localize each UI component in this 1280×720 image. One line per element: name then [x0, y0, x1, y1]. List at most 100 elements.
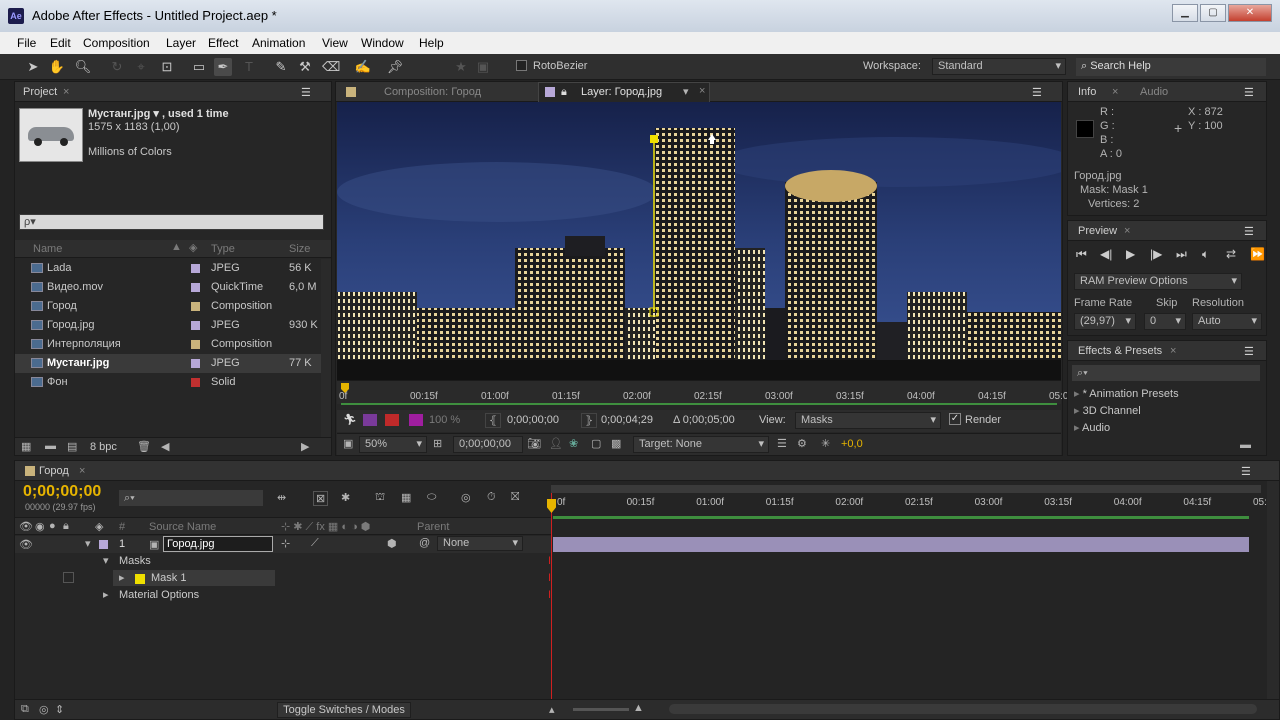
zoom-tool-icon[interactable]: 🔍︎: [74, 58, 92, 76]
panel-menu-icon[interactable]: ☰: [1032, 86, 1042, 99]
brush-tool-icon[interactable]: ✎: [272, 58, 290, 76]
clone-stamp-tool-icon[interactable]: ⚒: [296, 58, 314, 76]
toggle-in-out-icon[interactable]: ⇕: [55, 703, 64, 716]
keyframe-marker-icon[interactable]: I: [548, 555, 551, 567]
keyframe-marker-icon[interactable]: I: [548, 572, 551, 584]
collapse-arrow-icon[interactable]: ▾: [103, 554, 109, 567]
lock-icon[interactable]: 🔒︎: [561, 86, 567, 99]
work-area-slider[interactable]: [551, 485, 1261, 493]
label-color-swatch[interactable]: [191, 359, 200, 368]
layer-duration-bar[interactable]: [553, 537, 1249, 552]
lock-icon[interactable]: 🔒︎: [63, 520, 69, 533]
show-snapshot-icon[interactable]: 👤︎: [549, 437, 563, 450]
close-icon[interactable]: ×: [699, 85, 705, 97]
audio-icon[interactable]: ◉: [35, 520, 45, 533]
panel-menu-icon[interactable]: ☰: [1244, 345, 1254, 358]
label-tag-icon[interactable]: ◈: [95, 520, 103, 533]
menu-help[interactable]: Help: [419, 36, 444, 50]
roto-brush-tool-icon[interactable]: ✍: [354, 58, 372, 76]
exposure-icon[interactable]: ✳: [821, 437, 830, 450]
scroll-right-icon[interactable]: ▶: [301, 440, 309, 453]
chevron-down-icon[interactable]: ▾: [683, 85, 689, 98]
panel-menu-icon[interactable]: ☰: [301, 86, 311, 99]
label-color-swatch[interactable]: [191, 302, 200, 311]
menu-view[interactable]: View: [322, 36, 348, 50]
previous-frame-icon[interactable]: ◀|: [1100, 247, 1112, 261]
eye-icon[interactable]: 👁︎: [19, 520, 33, 533]
selection-tool-icon[interactable]: ➤: [24, 58, 42, 76]
color-channels-icon[interactable]: ❀: [569, 437, 578, 450]
hand-tool-icon[interactable]: ✋: [48, 58, 66, 76]
menu-animation[interactable]: Animation: [252, 36, 305, 50]
menu-edit[interactable]: Edit: [50, 36, 71, 50]
close-icon[interactable]: ×: [1170, 345, 1176, 357]
mask-1-label[interactable]: Mask 1: [151, 572, 186, 584]
layer-name-field[interactable]: Город.jpg: [163, 536, 273, 552]
trash-icon[interactable]: 🗑︎: [137, 440, 151, 453]
mask-visibility-checkbox[interactable]: [63, 572, 74, 583]
zoom-out-icon[interactable]: ▴: [549, 703, 555, 716]
region-of-interest-icon[interactable]: ▢: [591, 437, 601, 450]
toggle-layer-switches-icon[interactable]: ⧉: [21, 703, 29, 716]
toggle-modes-icon[interactable]: ◎: [39, 703, 49, 716]
frame-blending-icon[interactable]: ⛫: [375, 491, 385, 505]
always-preview-icon[interactable]: ▣: [343, 437, 353, 450]
target-select[interactable]: Target: None ▾: [633, 436, 769, 453]
interpret-footage-icon[interactable]: ▦: [21, 440, 31, 453]
material-options-row[interactable]: ▸ Material Options: [15, 587, 551, 604]
rectangle-tool-icon[interactable]: ▭: [190, 58, 208, 76]
flowchart-icon[interactable]: ⚙: [797, 437, 807, 450]
tab-layer-active[interactable]: 🔒︎ Layer: Город.jpg ▾ ×: [538, 82, 710, 102]
mute-audio-icon[interactable]: 🔈︎: [1202, 247, 1209, 262]
label-color-swatch[interactable]: [99, 540, 108, 549]
minimize-button[interactable]: ▁: [1172, 4, 1198, 22]
solo-icon[interactable]: ●: [49, 520, 56, 532]
panel-menu-icon[interactable]: ☰: [1244, 225, 1254, 238]
layer-image-city[interactable]: [337, 102, 1061, 380]
work-area-bar[interactable]: [341, 403, 1057, 405]
menu-layer[interactable]: Layer: [166, 36, 196, 50]
layer-row[interactable]: 👁︎ ▾ 1 ▣ Город.jpg ⊹ ⟋ ⬢ @ None ▾: [15, 536, 551, 553]
mask-row[interactable]: ▸ Mask 1: [15, 570, 551, 587]
menu-effect[interactable]: Effect: [208, 36, 238, 50]
collapse-arrow-icon[interactable]: ▾: [85, 537, 91, 550]
roto-icon[interactable]: 🏃︎: [343, 413, 357, 426]
tab-preview[interactable]: Preview: [1078, 225, 1117, 237]
brainstorm-icon[interactable]: ⬭: [427, 491, 436, 504]
set-out-icon[interactable]: ⦄: [581, 413, 598, 428]
search-help-field[interactable]: ⌕ Search Help: [1076, 58, 1266, 76]
tab-project[interactable]: Project: [23, 86, 57, 98]
column-name[interactable]: Name: [33, 243, 62, 255]
render-queue-icon[interactable]: ⛝: [511, 491, 519, 504]
render-checkbox[interactable]: ✓: [949, 413, 961, 425]
magnification-select[interactable]: 50% ▾: [359, 436, 427, 453]
exposure-value[interactable]: +0,0: [841, 438, 863, 450]
horizontal-scrollbar[interactable]: [669, 704, 1257, 714]
zoom-slider[interactable]: [573, 708, 629, 711]
play-icon[interactable]: ▶: [1126, 247, 1135, 261]
eye-icon[interactable]: 👁︎: [19, 538, 33, 551]
comp-mini-flowchart-icon[interactable]: ⇹: [277, 491, 286, 504]
column-type[interactable]: Type: [211, 243, 235, 255]
bpc-label[interactable]: 8 bpc: [90, 441, 117, 453]
timeline-timecode[interactable]: 0;00;00;00: [23, 483, 101, 501]
3d-layer-icon[interactable]: ⬢: [387, 537, 397, 550]
label-tag-icon[interactable]: ◈: [189, 241, 197, 254]
expand-arrow-icon[interactable]: ▸: [119, 571, 125, 584]
column-source-name[interactable]: Source Name: [149, 521, 216, 533]
current-time-indicator[interactable]: [551, 493, 552, 699]
label-color-swatch[interactable]: [191, 378, 200, 387]
hide-shy-layers-icon[interactable]: ✱: [341, 491, 350, 504]
resolution-select[interactable]: Auto ▾: [1192, 313, 1262, 330]
rotobezier-checkbox[interactable]: [516, 60, 527, 71]
transparency-grid-icon[interactable]: ▩: [611, 437, 621, 450]
new-folder-icon[interactable]: ▬: [45, 440, 56, 452]
tab-audio[interactable]: Audio: [1140, 86, 1168, 98]
zoom-in-icon[interactable]: ▲: [633, 702, 644, 714]
timeline-search-input[interactable]: ⌕▾: [119, 490, 263, 506]
tab-info[interactable]: Info: [1078, 86, 1096, 98]
workspace-select[interactable]: Standard ▾: [932, 58, 1066, 75]
channel-rgb-icon[interactable]: [363, 414, 377, 426]
pen-tool-icon[interactable]: ✒: [214, 58, 232, 76]
new-preset-icon[interactable]: ▬: [1240, 439, 1251, 451]
